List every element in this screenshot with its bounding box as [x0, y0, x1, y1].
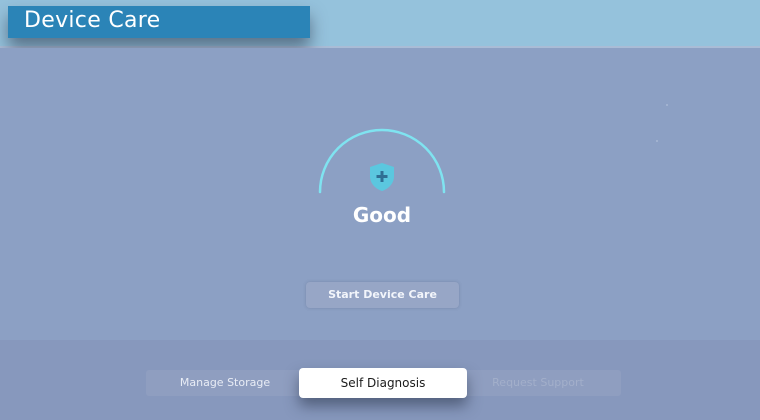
decorative-dot: [656, 140, 658, 142]
page-title: Device Care: [24, 8, 161, 33]
status-label: Good: [352, 203, 412, 227]
shield-plus-icon: [370, 163, 394, 191]
decorative-dot: [666, 104, 668, 106]
tab-request-support[interactable]: Request Support: [455, 370, 621, 396]
tab-manage-storage[interactable]: Manage Storage: [146, 370, 304, 396]
title-banner: Device Care: [8, 6, 310, 38]
bottom-tab-bar: Manage Storage Request Support Self Diag…: [0, 340, 760, 420]
tab-self-diagnosis[interactable]: Self Diagnosis: [299, 368, 467, 398]
start-device-care-button[interactable]: Start Device Care: [306, 282, 459, 308]
